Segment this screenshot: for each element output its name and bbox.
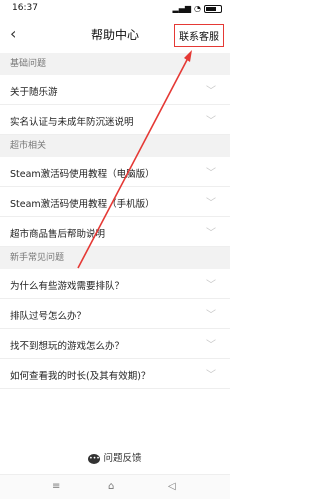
status-bar: 16:37 ▂▄▆ ◔ (0, 0, 230, 18)
wifi-icon: ◔ (194, 4, 201, 13)
list-item-label: 如何查看我的时长(及其有效期)？ (10, 371, 151, 382)
list-item[interactable]: Steam激活码使用教程（手机版） ﹀ (0, 187, 230, 217)
section-header-newbie: 新手常见问题 (0, 247, 230, 269)
chat-icon: ••• (88, 453, 101, 464)
list-item-label: 为什么有些游戏需要排队？ (10, 281, 125, 292)
list-item-label: 关于随乐游 (10, 87, 58, 98)
system-nav-bar: ≡ ⌂ ◁ (0, 474, 230, 499)
menu-icon[interactable]: ≡ (52, 481, 60, 492)
contact-support-button[interactable]: 联系客服 (174, 24, 224, 47)
list-item[interactable]: 关于随乐游 ﹀ (0, 75, 230, 105)
chevron-down-icon: ﹀ (206, 340, 216, 351)
chevron-down-icon: ﹀ (206, 280, 216, 291)
list-item[interactable]: 超市商品售后帮助说明 ﹀ (0, 217, 230, 247)
list-item-label: Steam激活码使用教程（手机版） (10, 199, 155, 210)
list-item-label: 实名认证与未成年防沉迷说明 (10, 117, 134, 128)
list-item[interactable]: Steam激活码使用教程（电脑版） ﹀ (0, 157, 230, 187)
status-time: 16:37 (12, 3, 38, 13)
list-item-label: 找不到想玩的游戏怎么办？ (10, 341, 125, 352)
signal-icon: ▂▄▆ (172, 4, 192, 13)
chevron-down-icon: ﹀ (206, 86, 216, 97)
chevron-down-icon: ﹀ (206, 310, 216, 321)
chevron-down-icon: ﹀ (206, 198, 216, 209)
list-item[interactable]: 找不到想玩的游戏怎么办？ ﹀ (0, 329, 230, 359)
chevron-down-icon: ﹀ (206, 370, 216, 381)
list-item[interactable]: 为什么有些游戏需要排队？ ﹀ (0, 269, 230, 299)
home-icon[interactable]: ⌂ (108, 481, 114, 492)
chevron-down-icon: ﹀ (206, 116, 216, 127)
nav-bar: ‹ 帮助中心 联系客服 (0, 18, 230, 50)
section-header-market: 超市相关 (0, 135, 230, 157)
back-triangle-icon[interactable]: ◁ (168, 481, 176, 492)
list-item-label: Steam激活码使用教程（电脑版） (10, 169, 155, 180)
battery-icon (204, 4, 222, 13)
feedback-label: 问题反馈 (103, 453, 142, 464)
chevron-down-icon: ﹀ (206, 228, 216, 239)
list-item[interactable]: 实名认证与未成年防沉迷说明 ﹀ (0, 105, 230, 135)
section-header-basic: 基础问题 (0, 53, 230, 75)
list-item[interactable]: 如何查看我的时长(及其有效期)？ ﹀ (0, 359, 230, 389)
list-item[interactable]: 排队过号怎么办？ ﹀ (0, 299, 230, 329)
feedback-button[interactable]: ••• 问题反馈 (0, 448, 230, 470)
list-item-label: 超市商品售后帮助说明 (10, 229, 106, 240)
chevron-down-icon: ﹀ (206, 168, 216, 179)
status-icons: ▂▄▆ ◔ (173, 4, 222, 13)
list-item-label: 排队过号怎么办？ (10, 311, 87, 322)
